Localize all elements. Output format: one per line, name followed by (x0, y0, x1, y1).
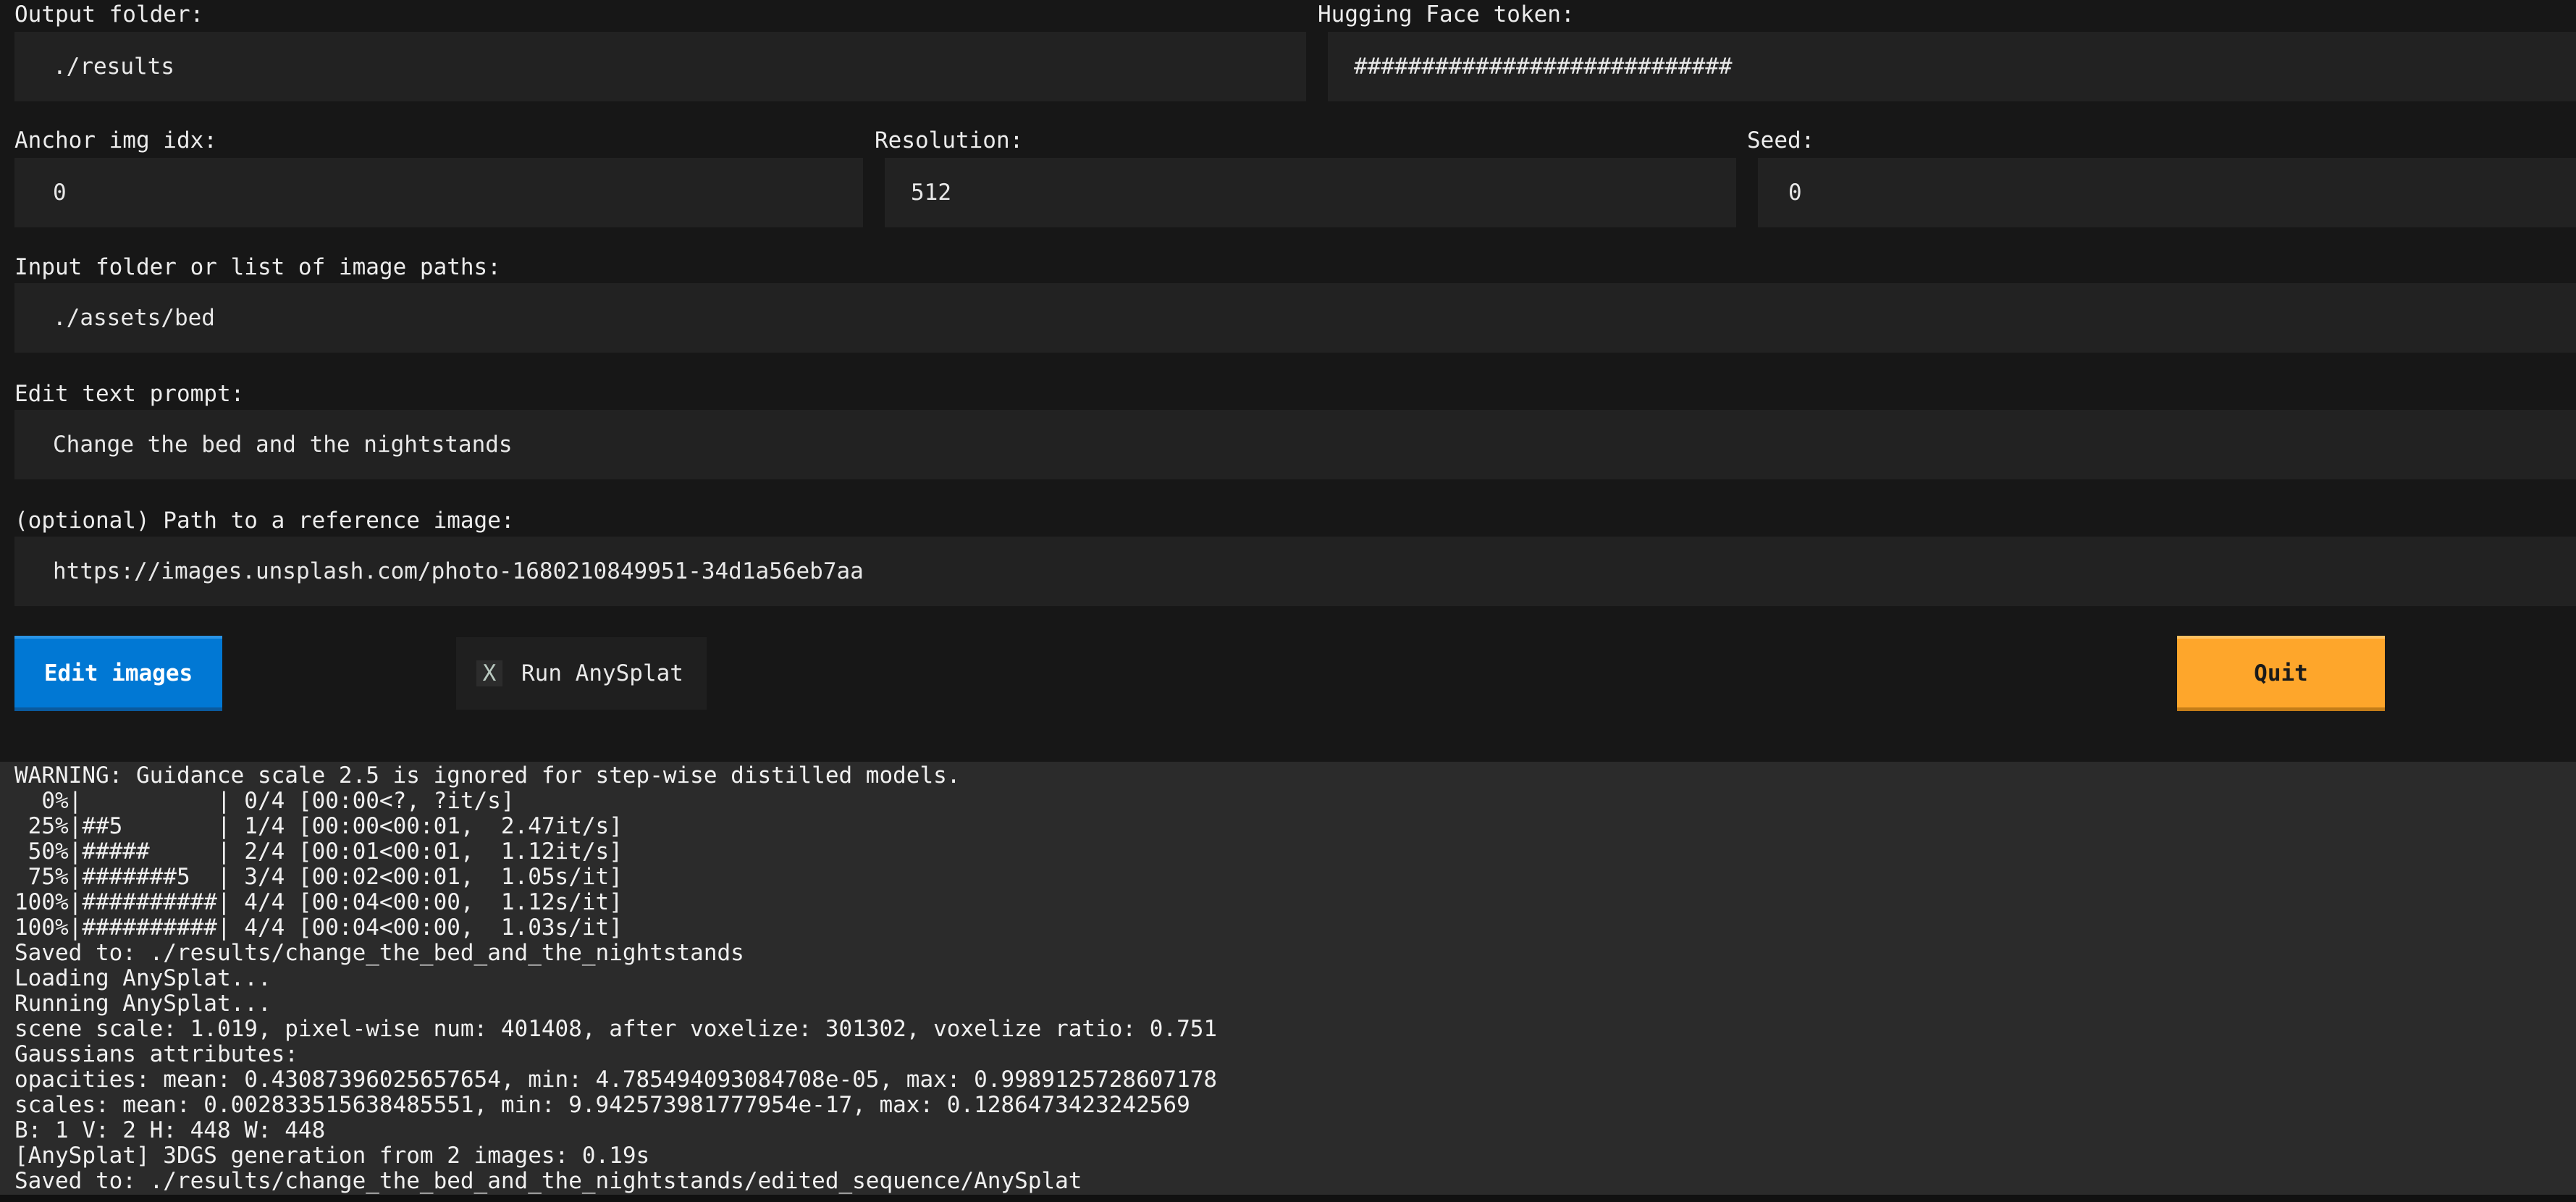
reference-image-input[interactable]: https://images.unsplash.com/photo-168021… (14, 537, 2576, 606)
log-line: 0%| | 0/4 [00:00<?, ?it/s] (14, 788, 515, 814)
log-line: Running AnySplat... (14, 991, 272, 1017)
log-line: WARNING: Guidance scale 2.5 is ignored f… (14, 762, 961, 789)
log-line: B: 1 V: 2 H: 448 W: 448 (14, 1117, 326, 1143)
log-line: 25%|##5 | 1/4 [00:00<00:01, 2.47it/s] (14, 813, 623, 839)
output-folder-input[interactable]: ./results (14, 32, 1306, 101)
app-root: Output folder: ./results Hugging Face to… (0, 0, 2576, 1202)
seed-label: Seed: (1747, 127, 1815, 154)
run-anysplat-label: Run AnySplat (521, 660, 683, 686)
hf-token-input[interactable]: ############################ (1328, 32, 2576, 101)
log-line: 50%|##### | 2/4 [00:01<00:01, 1.12it/s] (14, 839, 623, 865)
anchor-idx-input[interactable]: 0 (14, 158, 863, 227)
edit-images-button[interactable]: Edit images (14, 636, 222, 711)
run-anysplat-checkbox[interactable]: X Run AnySplat (456, 637, 707, 710)
log-line: Saved to: ./results/change_the_bed_and_t… (14, 940, 744, 966)
log-line: Saved to: ./results/change_the_bed_and_t… (14, 1168, 1082, 1194)
log-line: Loading AnySplat... (14, 965, 272, 991)
log-line: [AnySplat] 3DGS generation from 2 images… (14, 1143, 650, 1169)
resolution-label: Resolution: (875, 127, 1024, 154)
hf-token-label: Hugging Face token: (1318, 1, 1575, 28)
bottom-strip (0, 1195, 2576, 1202)
log-line: 75%|#######5 | 3/4 [00:02<00:01, 1.05s/i… (14, 864, 623, 890)
checkbox-x-icon[interactable]: X (476, 660, 502, 686)
edit-prompt-label: Edit text prompt: (14, 381, 245, 407)
quit-button[interactable]: Quit (2177, 636, 2385, 711)
log-line: Gaussians attributes: (14, 1041, 298, 1067)
edit-prompt-input[interactable]: Change the bed and the nightstands (14, 410, 2576, 479)
log-line: scales: mean: 0.002833515638485551, min:… (14, 1092, 1190, 1118)
anchor-idx-label: Anchor img idx: (14, 127, 217, 154)
log-line: opacities: mean: 0.43087396025657654, mi… (14, 1067, 1218, 1093)
log-line: 100%|##########| 4/4 [00:04<00:00, 1.03s… (14, 915, 623, 941)
input-folder-input[interactable]: ./assets/bed (14, 283, 2576, 353)
resolution-input[interactable]: 512 (885, 158, 1736, 227)
log-line: 100%|##########| 4/4 [00:04<00:00, 1.12s… (14, 889, 623, 915)
log-output[interactable]: WARNING: Guidance scale 2.5 is ignored f… (0, 762, 2576, 1195)
input-folder-label: Input folder or list of image paths: (14, 254, 501, 280)
output-folder-label: Output folder: (14, 1, 204, 28)
seed-input[interactable]: 0 (1758, 158, 2576, 227)
reference-image-label: (optional) Path to a reference image: (14, 508, 515, 534)
log-line: scene scale: 1.019, pixel-wise num: 4014… (14, 1016, 1218, 1042)
